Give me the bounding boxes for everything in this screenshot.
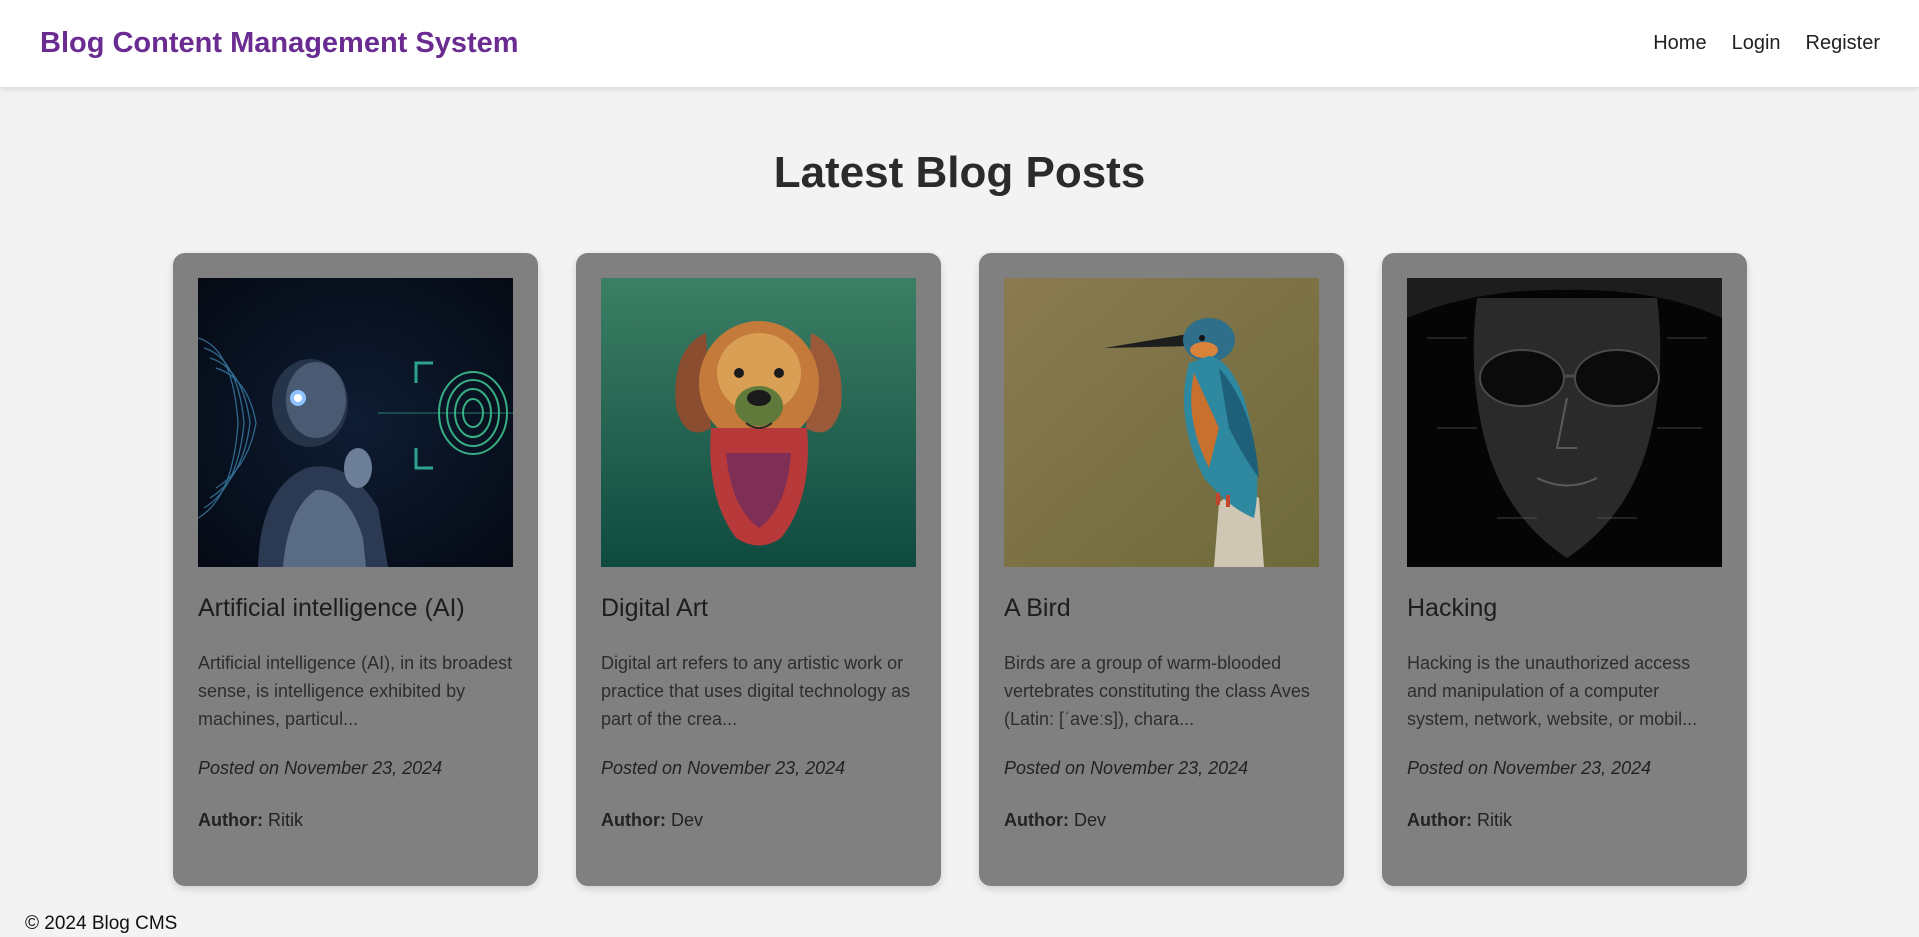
- post-title[interactable]: Hacking: [1407, 594, 1722, 623]
- top-navbar: Blog Content Management System Home Logi…: [0, 0, 1919, 87]
- author-label: Author:: [198, 810, 263, 830]
- author-name: Ritik: [1477, 810, 1512, 830]
- nav-register-link[interactable]: Register: [1806, 32, 1880, 55]
- blog-post-card[interactable]: Digital Art Digital art refers to any ar…: [576, 253, 941, 886]
- post-excerpt: Hacking is the unauthorized access and m…: [1407, 653, 1698, 729]
- site-brand-link[interactable]: Blog Content Management System: [40, 27, 519, 60]
- site-footer: © 2024 Blog CMS: [25, 913, 178, 934]
- post-date: Posted on November 23, 2024: [601, 758, 846, 778]
- nav-login-link[interactable]: Login: [1732, 32, 1781, 55]
- post-date: Posted on November 23, 2024: [1407, 758, 1652, 778]
- post-title[interactable]: Digital Art: [601, 594, 916, 623]
- post-excerpt: Digital art refers to any artistic work …: [601, 653, 911, 729]
- blog-post-grid: Artificial intelligence (AI) Artificial …: [173, 253, 1747, 886]
- author-name: Ritik: [268, 810, 303, 830]
- author-name: Dev: [1074, 810, 1107, 830]
- hacker-text-face-image[interactable]: [1407, 278, 1722, 567]
- author-label: Author:: [1407, 810, 1472, 830]
- blog-post-card[interactable]: Hacking Hacking is the unauthorized acce…: [1382, 253, 1747, 886]
- post-date: Posted on November 23, 2024: [198, 758, 443, 778]
- post-author: Author: Dev: [601, 810, 916, 831]
- author-label: Author:: [1004, 810, 1069, 830]
- post-title[interactable]: A Bird: [1004, 594, 1319, 623]
- post-date: Posted on November 23, 2024: [1004, 758, 1249, 778]
- page-title: Latest Blog Posts: [773, 148, 1146, 197]
- post-author: Author: Ritik: [198, 810, 513, 831]
- nav-home-link[interactable]: Home: [1653, 32, 1706, 55]
- post-author: Author: Ritik: [1407, 810, 1722, 831]
- kingfisher-bird-image[interactable]: [1004, 278, 1319, 567]
- blog-post-card[interactable]: Artificial intelligence (AI) Artificial …: [173, 253, 538, 886]
- colorful-dog-portrait-image[interactable]: [601, 278, 916, 567]
- author-label: Author:: [601, 810, 666, 830]
- post-author: Author: Dev: [1004, 810, 1319, 831]
- ai-robot-fingerprint-image[interactable]: [198, 278, 513, 567]
- post-title[interactable]: Artificial intelligence (AI): [198, 594, 513, 623]
- blog-post-card[interactable]: A Bird Birds are a group of warm-blooded…: [979, 253, 1344, 886]
- author-name: Dev: [671, 810, 704, 830]
- post-excerpt: Birds are a group of warm-blooded verteb…: [1004, 653, 1310, 729]
- main-nav: Home Login Register: [1653, 32, 1880, 55]
- post-excerpt: Artificial intelligence (AI), in its bro…: [198, 653, 513, 729]
